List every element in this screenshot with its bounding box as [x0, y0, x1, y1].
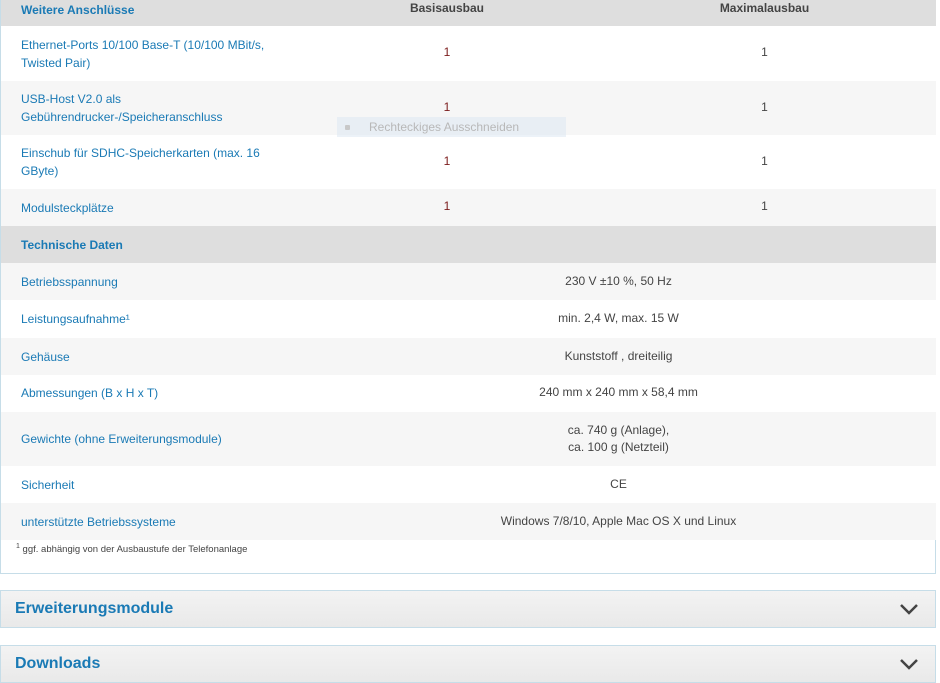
row-label: Gehäuse — [21, 350, 70, 364]
footnote-mark: 1 — [16, 543, 20, 550]
row-value: CE — [610, 477, 627, 491]
table-row: Gehäuse Kunststoff , dreiteilig — [1, 338, 936, 375]
table-row: Betriebsspannung 230 V ±10 %, 50 Hz — [1, 263, 936, 300]
table-row: Abmessungen (B x H x T) 240 mm x 240 mm … — [1, 375, 936, 412]
chevron-down-icon[interactable] — [899, 602, 919, 616]
row-label: Sicherheit — [21, 478, 75, 492]
accordion-title: Downloads — [15, 655, 101, 672]
row-value-max: 1 — [761, 154, 768, 168]
row-value-basis: 1 — [443, 45, 451, 59]
table-row: Leistungsaufnahme¹ min. 2,4 W, max. 15 W — [1, 300, 936, 338]
row-label: unterstützte Betriebssysteme — [21, 515, 176, 529]
row-value-basis: 1 — [443, 199, 451, 213]
header-col-max: Maximalausbau — [719, 1, 810, 15]
footnote: 1 ggf. abhängig von der Ausbaustufe der … — [16, 543, 247, 555]
snip-overlay-label: Rechteckiges Ausschneiden — [369, 120, 520, 134]
row-value: min. 2,4 W, max. 15 W — [558, 311, 679, 325]
header-col-basis: Basisausbau — [409, 1, 485, 15]
row-value-line2: ca. 100 g (Netzteil) — [568, 440, 669, 454]
rectangle-snip-icon — [345, 124, 350, 130]
header-col-ports: Weitere Anschlüsse — [21, 3, 135, 17]
chevron-down-icon[interactable] — [899, 657, 919, 671]
section-header-technische-daten: Technische Daten — [1, 226, 936, 263]
row-value-line1: ca. 740 g (Anlage), — [567, 423, 670, 437]
table-row: Gewichte (ohne Erweiterungsmodule) ca. 7… — [1, 412, 936, 466]
row-label: Leistungsaufnahme¹ — [21, 312, 130, 326]
table-header: Weitere Anschlüsse Basisausbau Maximalau… — [1, 0, 936, 26]
row-label: Einschub für SDHC-Speicherkarten (max. 1… — [21, 146, 260, 178]
row-label: Betriebsspannung — [21, 275, 118, 289]
row-value-basis: 1 — [443, 100, 451, 114]
row-value-max: 1 — [761, 199, 768, 213]
spec-table: Weitere Anschlüsse Basisausbau Maximalau… — [0, 0, 936, 574]
row-value: 240 mm x 240 mm x 58,4 mm — [539, 385, 698, 399]
snip-overlay-menu-item[interactable]: Rechteckiges Ausschneiden — [337, 117, 566, 137]
row-value: 230 V ±10 %, 50 Hz — [565, 274, 672, 288]
row-value: Kunststoff , dreiteilig — [564, 349, 673, 363]
table-row: Sicherheit CE — [1, 466, 936, 503]
row-value: Windows 7/8/10, Apple Mac OS X und Linux — [500, 514, 737, 528]
row-label: Ethernet-Ports 10/100 Base-T (10/100 MBi… — [21, 38, 265, 70]
accordion-erweiterungsmodule[interactable]: Erweiterungsmodule — [0, 590, 936, 628]
accordion-downloads[interactable]: Downloads — [0, 645, 936, 683]
row-value-max: 1 — [761, 100, 768, 114]
table-row: Ethernet-Ports 10/100 Base-T (10/100 MBi… — [1, 26, 936, 81]
table-row: Einschub für SDHC-Speicherkarten (max. 1… — [1, 135, 936, 189]
row-label: Abmessungen (B x H x T) — [21, 386, 159, 400]
row-label: USB-Host V2.0 als Gebührendrucker-/Speic… — [21, 92, 223, 124]
row-value-max: 1 — [761, 45, 768, 59]
row-label: Gewichte (ohne Erweiterungsmodule) — [21, 432, 222, 446]
footnote-text: ggf. abhängig von der Ausbaustufe der Te… — [22, 544, 248, 556]
table-row: unterstützte Betriebssysteme Windows 7/8… — [1, 503, 936, 540]
accordion-title: Erweiterungsmodule — [15, 600, 174, 617]
table-row: Modulsteckplätze 1 1 — [1, 189, 936, 226]
row-value-basis: 1 — [443, 154, 451, 168]
row-label: Modulsteckplätze — [21, 201, 114, 215]
section-title: Technische Daten — [21, 238, 123, 252]
